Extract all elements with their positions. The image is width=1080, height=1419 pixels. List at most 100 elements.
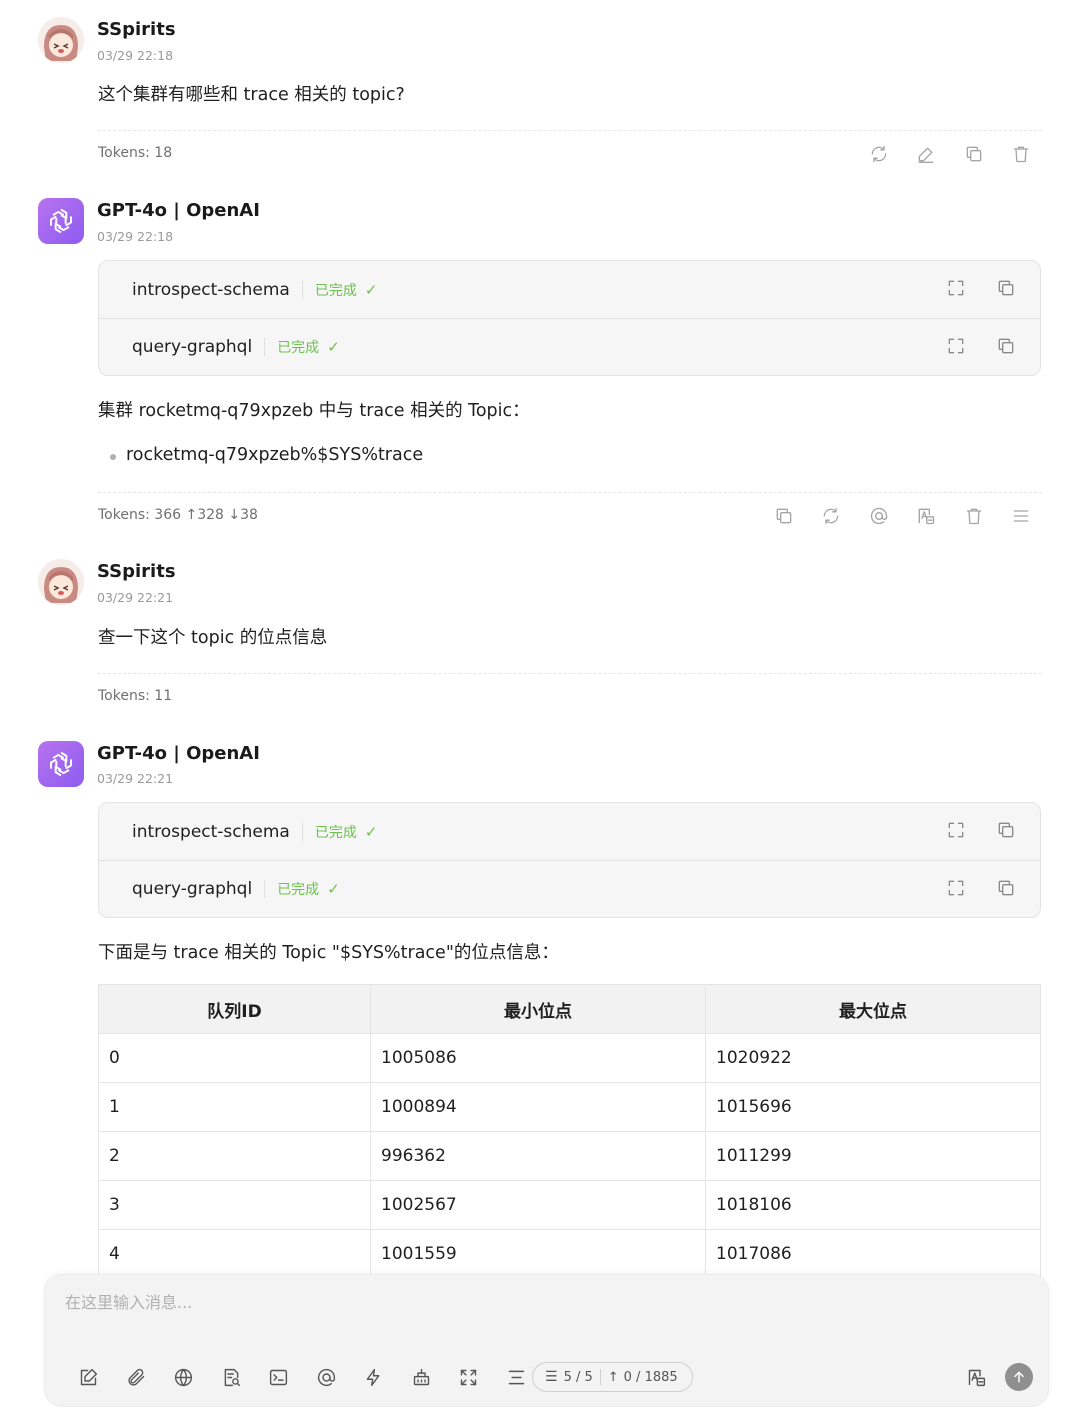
openai-avatar-icon [38, 198, 84, 244]
mention-icon[interactable] [303, 1363, 351, 1391]
message-divider [98, 492, 1042, 493]
delete-icon[interactable] [998, 141, 1046, 167]
message-text: 查一下这个 topic 的位点信息 [98, 628, 328, 648]
pill-separator [599, 1369, 601, 1385]
translate-icon[interactable] [903, 503, 951, 529]
table-cell: 1002567 [370, 1180, 706, 1230]
bullet-dot [110, 454, 116, 460]
list-icon: ☰ [545, 1369, 558, 1385]
table-cell: 0 [98, 1033, 371, 1083]
author-name: SSpirits [97, 19, 176, 40]
tool-name: query-graphql [132, 337, 253, 357]
message-time: 03/29 22:18 [97, 229, 174, 244]
check-icon: ✓ [364, 280, 378, 299]
table-header-cell: 队列ID [98, 984, 371, 1034]
new-chat-icon[interactable] [65, 1363, 113, 1391]
knowledge-base-icon[interactable] [208, 1363, 256, 1391]
message-composer: ☰ 5 / 5 ↑ 0 / 1885 [44, 1274, 1049, 1407]
translate-icon[interactable] [953, 1363, 1001, 1391]
message-text: 下面是与 trace 相关的 Topic "$SYS%trace"的位点信息： [98, 943, 559, 963]
message-actions [760, 503, 1045, 529]
check-icon: ✓ [327, 880, 340, 898]
message-text: 集群 rocketmq-q79xpzeb 中与 trace 相关的 Topic： [98, 401, 530, 421]
user-avatar [38, 17, 84, 63]
message-input[interactable] [65, 1293, 925, 1312]
table-cell: 1011299 [705, 1131, 1041, 1181]
token-count: Tokens: 18 [98, 145, 173, 161]
quick-phrase-icon[interactable] [350, 1363, 398, 1391]
attachment-icon[interactable] [113, 1363, 161, 1391]
copy-icon[interactable] [996, 336, 1016, 360]
bullet-item: rocketmq-q79xpzeb%$SYS%trace [126, 445, 424, 465]
tool-separator [301, 280, 303, 299]
copy-icon[interactable] [996, 878, 1016, 902]
send-button[interactable] [1005, 1363, 1033, 1391]
tool-separator [301, 822, 303, 841]
tool-call-row[interactable]: query-graphql 已完成 ✓ [99, 318, 1040, 375]
table-header-cell: 最大位点 [705, 984, 1041, 1034]
mcp-server-icon[interactable] [398, 1363, 446, 1391]
tool-call-row[interactable]: introspect-schema 已完成 ✓ [99, 803, 1040, 860]
tool-name: query-graphql [132, 879, 253, 899]
edit-icon[interactable] [903, 141, 951, 167]
composer-toolbar [65, 1363, 540, 1391]
table-row: 1 1000894 1015696 [98, 1082, 1041, 1132]
tool-status: 已完成 [277, 340, 320, 356]
tool-calls-panel: introspect-schema 已完成 ✓ query-graphql 已完… [98, 260, 1041, 376]
token-count: Tokens: 11 [98, 688, 173, 704]
table-cell: 1001559 [370, 1229, 706, 1279]
author-name: SSpirits [97, 561, 176, 582]
copy-icon[interactable] [760, 503, 808, 529]
check-icon: ✓ [364, 822, 378, 841]
table-cell: 1020922 [705, 1033, 1041, 1083]
mention-icon[interactable] [855, 503, 903, 529]
offset-table: 队列ID 最小位点 最大位点 0 1005086 1020922 1 10008… [98, 984, 1041, 1279]
arrow-up-icon: ↑ [607, 1369, 619, 1385]
table-header-cell: 最小位点 [370, 984, 706, 1034]
table-cell: 1 [98, 1082, 371, 1132]
expand-icon[interactable] [946, 820, 966, 844]
tool-call-row[interactable]: query-graphql 已完成 ✓ [99, 860, 1040, 917]
tool-name: introspect-schema [132, 821, 290, 842]
delete-icon[interactable] [950, 503, 998, 529]
tool-status: 已完成 [314, 282, 357, 299]
menu-icon[interactable] [998, 503, 1046, 529]
token-usage: 0 / 1885 [623, 1369, 678, 1385]
tool-call-row[interactable]: introspect-schema 已完成 ✓ [99, 261, 1040, 318]
table-row: 2 996362 1011299 [98, 1131, 1041, 1181]
check-icon: ✓ [327, 338, 340, 356]
regenerate-icon[interactable] [808, 503, 856, 529]
fullscreen-icon[interactable] [445, 1363, 493, 1391]
copy-icon[interactable] [996, 820, 1016, 844]
tool-status: 已完成 [277, 882, 320, 898]
table-cell: 1018106 [705, 1180, 1041, 1230]
copy-icon[interactable] [996, 278, 1016, 302]
table-row: 4 1001559 1017086 [98, 1229, 1041, 1279]
terminal-icon[interactable] [255, 1363, 303, 1391]
message-text: 这个集群有哪些和 trace 相关的 topic? [98, 85, 405, 105]
copy-icon[interactable] [950, 141, 998, 167]
tool-separator [264, 880, 266, 898]
expand-icon[interactable] [946, 878, 966, 902]
table-row: 3 1002567 1018106 [98, 1180, 1041, 1230]
context-token-counter[interactable]: ☰ 5 / 5 ↑ 0 / 1885 [532, 1362, 693, 1392]
author-name: GPT-4o | OpenAI [97, 200, 260, 221]
author-name: GPT-4o | OpenAI [97, 743, 260, 764]
message-time: 03/29 22:18 [97, 48, 174, 63]
context-count: 5 / 5 [563, 1369, 593, 1385]
expand-icon[interactable] [946, 336, 966, 360]
table-cell: 996362 [370, 1131, 706, 1181]
regenerate-icon[interactable] [855, 141, 903, 167]
message-time: 03/29 22:21 [97, 771, 174, 786]
expand-icon[interactable] [946, 278, 966, 302]
tool-separator [264, 338, 266, 356]
message-actions [855, 141, 1045, 167]
user-avatar [38, 559, 84, 605]
table-cell: 1000894 [370, 1082, 706, 1132]
arrow-up-icon [1014, 1371, 1024, 1383]
web-search-icon[interactable] [160, 1363, 208, 1391]
table-cell: 1005086 [370, 1033, 706, 1083]
table-cell: 4 [98, 1229, 371, 1279]
table-cell: 2 [98, 1131, 371, 1181]
message-divider [98, 673, 1042, 674]
